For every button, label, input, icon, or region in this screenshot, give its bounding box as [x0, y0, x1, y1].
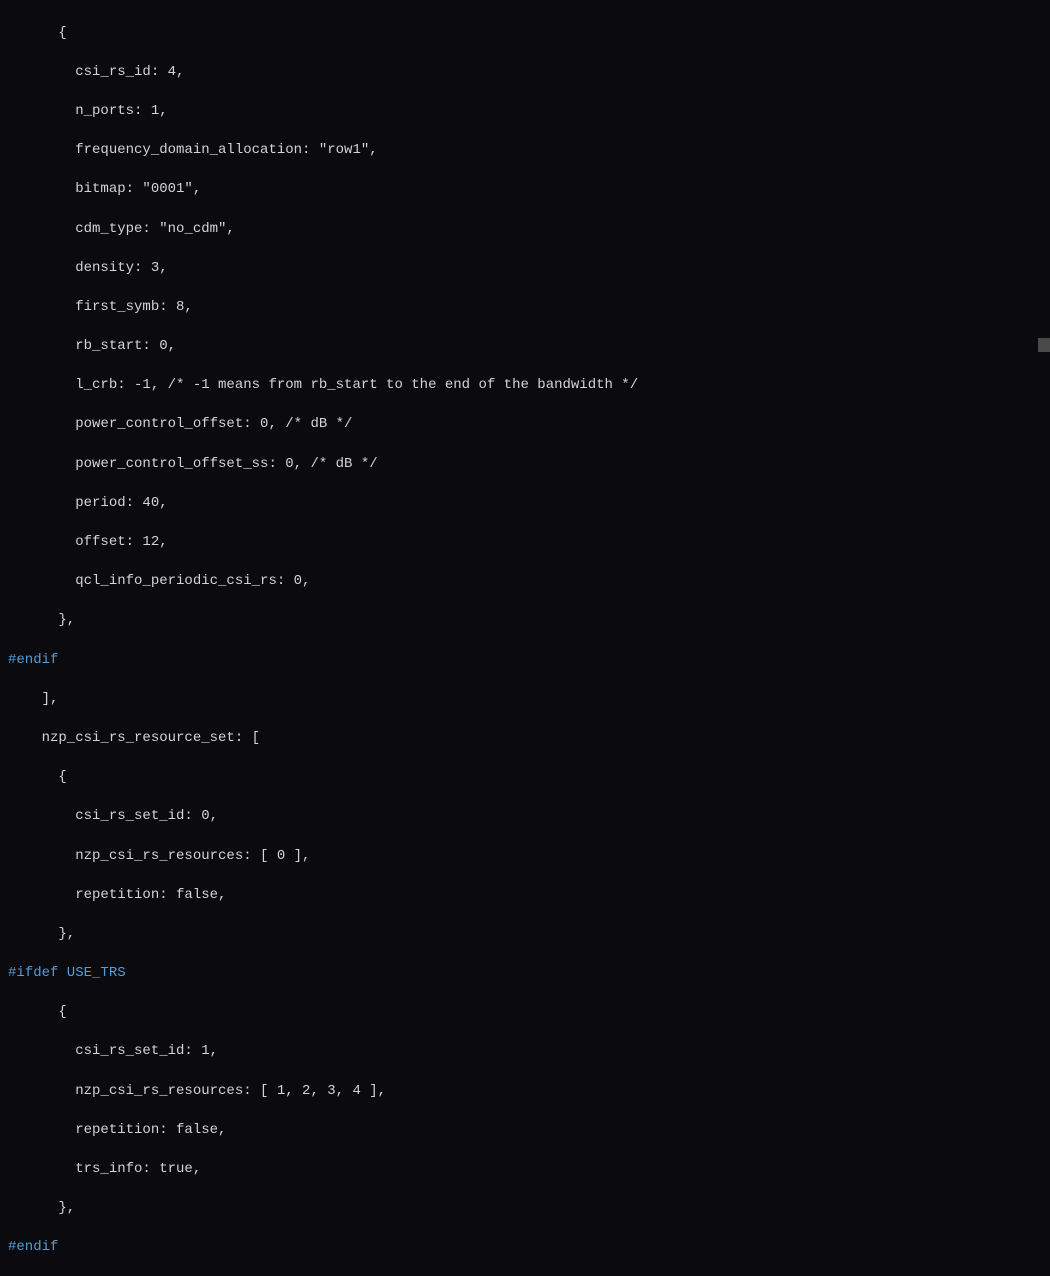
code-line: {: [0, 1003, 1050, 1023]
code-line: },: [0, 925, 1050, 945]
code-line: period: 40,: [0, 494, 1050, 514]
code-line: {: [0, 768, 1050, 788]
code-line: {: [0, 24, 1050, 44]
code-line: csi_rs_set_id: 0,: [0, 807, 1050, 827]
code-line: l_crb: -1, /* -1 means from rb_start to …: [0, 376, 1050, 396]
code-line: nzp_csi_rs_resource_set: [: [0, 729, 1050, 749]
code-line: power_control_offset_ss: 0, /* dB */: [0, 455, 1050, 475]
preprocessor-directive: #endif: [0, 1238, 1050, 1258]
code-line: density: 3,: [0, 259, 1050, 279]
code-line: power_control_offset: 0, /* dB */: [0, 415, 1050, 435]
code-line: ],: [0, 690, 1050, 710]
preprocessor-directive: #endif: [0, 651, 1050, 671]
code-line: repetition: false,: [0, 1121, 1050, 1141]
code-line: },: [0, 611, 1050, 631]
code-line: first_symb: 8,: [0, 298, 1050, 318]
code-line: n_ports: 1,: [0, 102, 1050, 122]
code-line: bitmap: "0001",: [0, 180, 1050, 200]
code-line: qcl_info_periodic_csi_rs: 0,: [0, 572, 1050, 592]
code-line: offset: 12,: [0, 533, 1050, 553]
code-line: csi_rs_set_id: 1,: [0, 1042, 1050, 1062]
code-line: nzp_csi_rs_resources: [ 0 ],: [0, 847, 1050, 867]
scrollbar-thumb[interactable]: [1038, 338, 1050, 352]
code-line: nzp_csi_rs_resources: [ 1, 2, 3, 4 ],: [0, 1082, 1050, 1102]
code-line: frequency_domain_allocation: "row1",: [0, 141, 1050, 161]
code-line: rb_start: 0,: [0, 337, 1050, 357]
code-line: },: [0, 1199, 1050, 1219]
preprocessor-directive: #ifdef USE_TRS: [0, 964, 1050, 984]
code-line: repetition: false,: [0, 886, 1050, 906]
code-line: cdm_type: "no_cdm",: [0, 220, 1050, 240]
code-line: csi_rs_id: 4,: [0, 63, 1050, 83]
code-editor[interactable]: { csi_rs_id: 4, n_ports: 1, frequency_do…: [0, 4, 1050, 1276]
code-line: trs_info: true,: [0, 1160, 1050, 1180]
